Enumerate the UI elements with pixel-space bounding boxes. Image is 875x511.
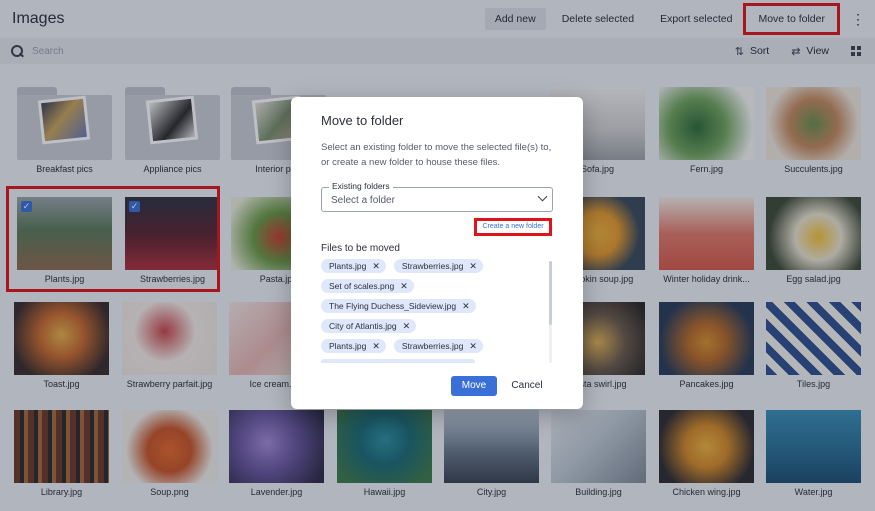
close-icon[interactable]: ✕ [372, 341, 380, 352]
file-chip[interactable]: Plants.jpg ✕ [321, 259, 386, 273]
move-to-folder-dialog: Move to folder Select an existing folder… [291, 97, 583, 409]
files-to-be-moved-label: Files to be moved [321, 243, 400, 254]
close-icon[interactable]: ✕ [372, 261, 380, 272]
move-button[interactable]: Move [451, 376, 497, 396]
file-chip[interactable]: Plants.jpg ✕ [321, 339, 386, 353]
file-chip[interactable]: The Flying Duchess_Sideview.jpg ✕ [321, 299, 476, 313]
chevron-down-icon [537, 191, 548, 202]
file-chip[interactable]: Strawberries.jpg ✕ [393, 259, 483, 273]
scrollbar-thumb[interactable] [549, 261, 552, 325]
close-icon[interactable]: ✕ [400, 281, 408, 292]
file-chip[interactable] [321, 359, 475, 363]
cancel-button[interactable]: Cancel [506, 376, 548, 396]
chip-list-scrollbar[interactable] [549, 261, 552, 363]
existing-folders-select[interactable]: Existing folders Select a folder [321, 181, 553, 212]
close-icon[interactable]: ✕ [469, 341, 477, 352]
files-chip-list: Plants.jpg ✕ Strawberries.jpg ✕ Set of sca… [321, 259, 549, 363]
dialog-title: Move to folder [321, 113, 404, 128]
select-placeholder: Select a folder [331, 195, 395, 206]
dialog-description: Select an existing folder to move the se… [321, 142, 552, 168]
field-label: Existing folders [329, 181, 393, 191]
file-chip[interactable]: City of Atlantis.jpg ✕ [321, 319, 417, 333]
close-icon[interactable]: ✕ [403, 321, 411, 332]
close-icon[interactable]: ✕ [469, 261, 477, 272]
close-icon[interactable]: ✕ [462, 301, 470, 312]
file-chip[interactable]: Set of scales.png ✕ [321, 279, 414, 293]
file-chip[interactable]: Strawberries.jpg ✕ [393, 339, 483, 353]
create-new-folder-link[interactable]: Create a new folder [474, 218, 552, 236]
